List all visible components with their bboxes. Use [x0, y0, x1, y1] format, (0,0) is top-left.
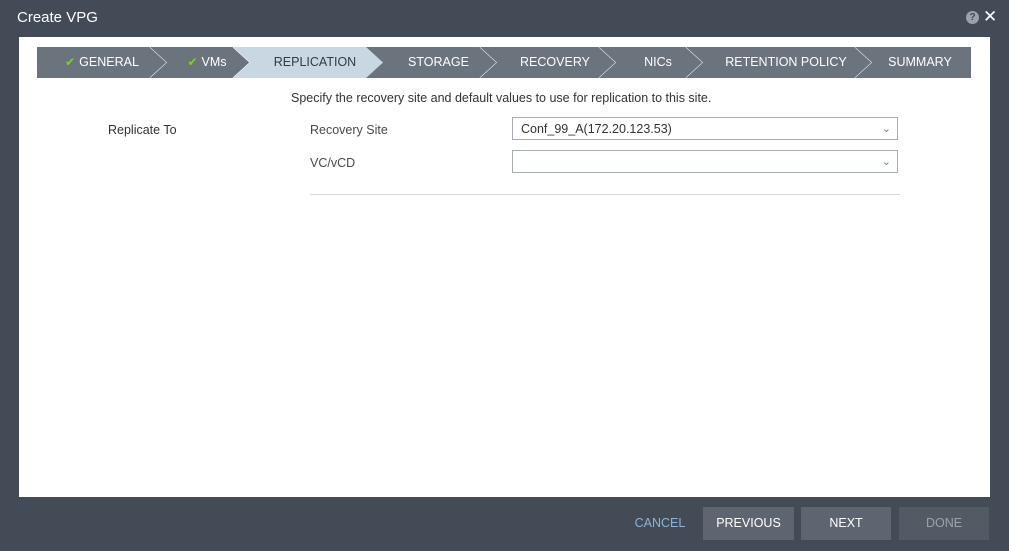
- wizard-steps: ✔ GENERAL ✔ VMs REPLICATION STORAGE RECOVE…: [37, 47, 971, 78]
- step-label: SUMMARY: [888, 55, 952, 69]
- create-vpg-dialog: Create VPG ? ✕ ✔ GENERAL ✔ VMs REPLICATION…: [0, 0, 1009, 551]
- vc-vcd-label: VC/vCD: [310, 156, 356, 170]
- check-icon: ✔: [187, 55, 198, 69]
- recovery-site-select[interactable]: Conf_99_A(172.20.123.53) ⌄: [512, 117, 898, 140]
- step-label: STORAGE: [408, 55, 469, 69]
- section-divider: [310, 194, 900, 195]
- step-label: REPLICATION: [273, 55, 357, 69]
- check-icon: ✔: [65, 55, 76, 69]
- cancel-button[interactable]: CANCEL: [624, 507, 696, 540]
- help-icon[interactable]: ?: [966, 11, 979, 24]
- dialog-title: Create VPG: [17, 9, 98, 26]
- step-storage[interactable]: STORAGE: [366, 47, 497, 78]
- recovery-site-value: Conf_99_A(172.20.123.53): [521, 122, 672, 136]
- replicate-to-label: Replicate To: [108, 123, 177, 137]
- done-button[interactable]: DONE: [899, 507, 989, 540]
- step-retention-policy[interactable]: RETENTION POLICY: [686, 47, 872, 78]
- vc-vcd-select[interactable]: ⌄: [512, 150, 898, 173]
- step-label: RETENTION POLICY: [725, 55, 847, 69]
- step-label: NICs: [644, 55, 672, 69]
- recovery-site-label: Recovery Site: [310, 123, 388, 137]
- step-replication[interactable]: REPLICATION: [233, 47, 383, 78]
- chevron-down-icon: ⌄: [881, 156, 891, 168]
- step-label: GENERAL: [79, 55, 139, 69]
- step-label: VMs: [201, 55, 227, 69]
- chevron-down-icon: ⌄: [881, 123, 891, 135]
- step-recovery[interactable]: RECOVERY: [480, 47, 616, 78]
- step-general[interactable]: ✔ GENERAL: [37, 47, 167, 78]
- next-button[interactable]: NEXT: [801, 507, 891, 540]
- close-icon[interactable]: ✕: [983, 8, 997, 25]
- dialog-titlebar: Create VPG ? ✕: [0, 0, 1009, 36]
- step-label: RECOVERY: [520, 55, 590, 69]
- step-description: Specify the recovery site and default va…: [291, 91, 712, 105]
- previous-button[interactable]: PREVIOUS: [703, 507, 794, 540]
- step-summary[interactable]: SUMMARY: [855, 47, 971, 78]
- dialog-content: ✔ GENERAL ✔ VMs REPLICATION STORAGE RECOVE…: [19, 37, 990, 497]
